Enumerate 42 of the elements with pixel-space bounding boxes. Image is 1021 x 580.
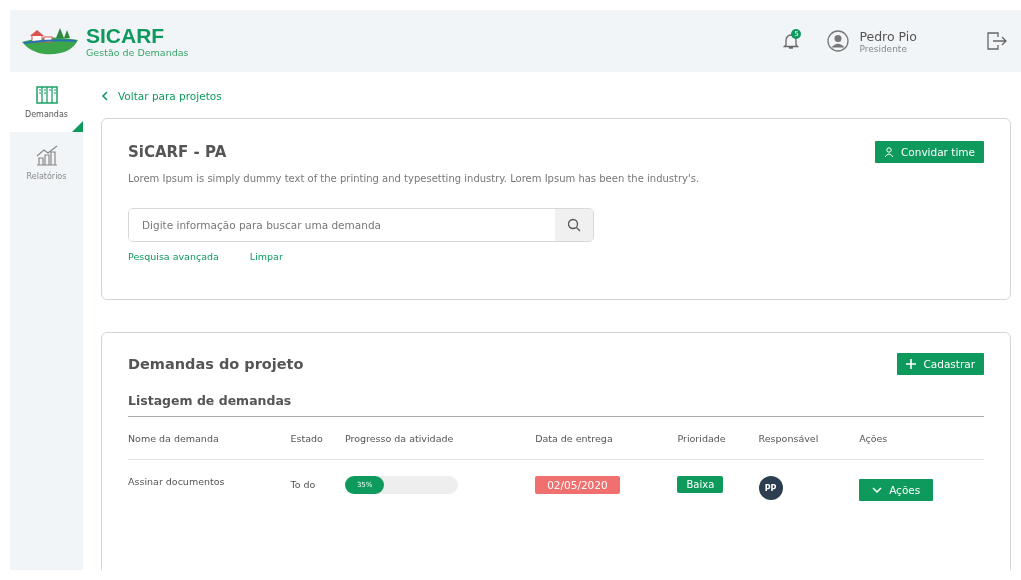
invite-button[interactable]: Convidar time [874, 141, 984, 163]
column-header: Progresso da atividade [344, 417, 536, 460]
app-subtitle: Gestão de Demandas [86, 46, 189, 58]
table-cell: Assinar documentos [128, 476, 225, 487]
logo-icon [20, 26, 80, 56]
column-header: Estado [290, 417, 345, 460]
user-role: Presidente [859, 43, 908, 54]
assignee-avatar: PP [758, 476, 783, 500]
back-link[interactable]: Voltar para projetos [101, 90, 222, 102]
add-button[interactable]: Cadastrar [897, 353, 984, 375]
column-header: Prioridade [677, 417, 759, 460]
search-link[interactable]: Pesquisa avançada [128, 251, 219, 262]
sidebar-item[interactable]: Relatórios [10, 132, 83, 192]
user-avatar-icon [827, 30, 850, 52]
actions-button[interactable]: Ações [859, 479, 934, 501]
list-title: Listagem de demandas [128, 393, 984, 417]
priority-tag: Baixa [677, 476, 724, 493]
user-icon [883, 147, 894, 157]
search-button[interactable] [555, 209, 593, 241]
due-date-tag: 02/05/2020 [535, 476, 620, 494]
project-title: SiCARF - PA [128, 143, 227, 161]
chevron-left-icon [101, 91, 109, 101]
column-header: Ações [859, 417, 984, 460]
selection-corner-icon [72, 121, 83, 132]
column-header: Responsável [758, 417, 860, 460]
plus-icon [906, 359, 917, 369]
search-icon [567, 218, 581, 232]
search-field[interactable]: Digite informação para buscar uma demanda [128, 208, 594, 242]
column-header: Data de entrega [535, 417, 678, 460]
chevron-down-icon [872, 486, 883, 494]
column-header: Nome da demanda [128, 417, 291, 460]
bell-icon [783, 32, 800, 50]
project-description: Lorem Ipsum is simply dummy text of the printing and typesetting industry. Lorem Ipsum has been the industry's. [128, 173, 701, 184]
sidebar-item[interactable]: Demandas [10, 72, 83, 132]
section-title: Demandas do projeto [128, 356, 304, 372]
user-name: Pedro Pio [859, 28, 917, 44]
board-icon [35, 85, 58, 104]
table-cell: To do [290, 479, 316, 490]
search-link[interactable]: Limpar [249, 251, 283, 262]
chart-icon [34, 143, 59, 166]
app-name: SICARF [86, 24, 166, 47]
logout-icon[interactable] [987, 32, 1007, 50]
